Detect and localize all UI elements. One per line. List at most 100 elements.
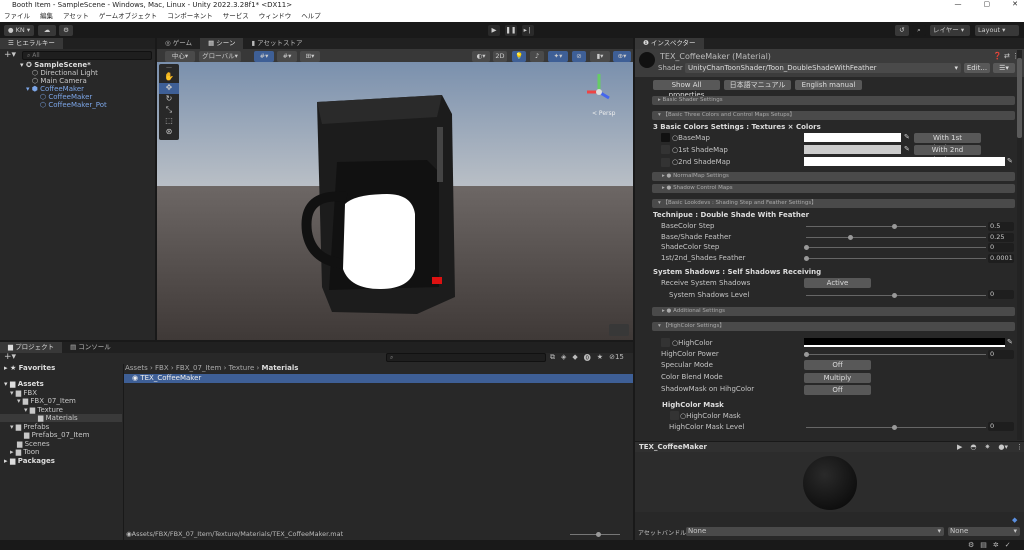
slider-knob[interactable]: [892, 224, 897, 229]
menu-edit[interactable]: 編集: [40, 11, 53, 22]
shade1-texture-slot[interactable]: [661, 145, 670, 154]
shade1-color[interactable]: [804, 145, 901, 154]
basemap-color[interactable]: [804, 133, 901, 142]
hierarchy-item[interactable]: ⬡ Main Camera: [0, 77, 155, 85]
hc-power-slider[interactable]: [804, 352, 986, 357]
filter-tag-icon[interactable]: ◆: [572, 353, 577, 363]
slider-knob[interactable]: [804, 352, 809, 357]
maximize-button[interactable]: ▢: [984, 0, 991, 11]
camera-icon[interactable]: ▮▾: [590, 51, 610, 62]
space-dropdown[interactable]: グローバル▾: [199, 51, 241, 62]
hierarchy-item[interactable]: ⬡ CoffeeMaker_Pot: [0, 101, 155, 109]
slider-value-field[interactable]: 0.5: [988, 222, 1014, 231]
more-icon[interactable]: ⋮: [1016, 443, 1023, 451]
tree-folder[interactable]: ▾ ▆ FBX_07_Item: [0, 397, 155, 405]
preview-area[interactable]: [635, 452, 1024, 512]
hc-mask-level-slider[interactable]: [806, 425, 986, 430]
pause-button[interactable]: ❚❚: [505, 25, 517, 36]
preset-icon[interactable]: ⇄: [1004, 52, 1010, 60]
slider-knob[interactable]: [804, 245, 809, 250]
tree-folder[interactable]: ▾ ▆ Prefabs: [0, 423, 155, 431]
favorite-icon[interactable]: ★: [597, 353, 603, 363]
shader-options-button[interactable]: ☰▾: [993, 63, 1015, 73]
tree-folder-selected[interactable]: ▆ Materials: [0, 414, 122, 422]
draw-mode-icon[interactable]: ◐▾: [472, 51, 490, 62]
tab-asset-store[interactable]: ▮ アセットストア: [243, 38, 310, 49]
menu-file[interactable]: ファイル: [4, 11, 30, 22]
filter-type-icon[interactable]: ⧉: [550, 353, 555, 363]
hidden-count[interactable]: ⊘15: [609, 353, 624, 363]
cloud-icon[interactable]: ☁: [38, 25, 56, 36]
section-lookdevs[interactable]: ▾ 【Basic Lookdevs : Shading Step and Fea…: [652, 199, 1015, 208]
basemap-texture-slot[interactable]: [661, 133, 670, 142]
property-slider[interactable]: [806, 224, 986, 229]
english-manual-button[interactable]: English manual: [795, 80, 862, 90]
shadowmask-toggle[interactable]: Off: [804, 385, 871, 395]
effects-icon[interactable]: ✦▾: [548, 51, 568, 62]
history-icon[interactable]: ↺: [895, 25, 909, 36]
cache-icon[interactable]: ▤: [980, 541, 987, 549]
project-search[interactable]: ⌕: [386, 353, 546, 362]
2d-toggle[interactable]: 2D: [493, 51, 507, 62]
highcolor-texture-slot[interactable]: [661, 338, 670, 347]
scene-item[interactable]: ▾ ✪ SampleScene*: [0, 61, 155, 69]
property-slider[interactable]: [806, 234, 986, 240]
slider-knob[interactable]: [804, 255, 809, 261]
slider-value-field[interactable]: 0.25: [988, 232, 1014, 242]
slider-knob[interactable]: [848, 234, 853, 240]
menu-services[interactable]: サービス: [223, 11, 249, 22]
transform-tool-icon[interactable]: ⊛: [159, 127, 179, 138]
tab-scene[interactable]: ▦ シーン: [200, 38, 244, 49]
collab-icon[interactable]: ⚙: [59, 25, 73, 36]
tree-folder[interactable]: ▆ Prefabs_07_Item: [0, 431, 155, 439]
tab-hierarchy[interactable]: ☰ ヒエラルキー: [0, 38, 63, 49]
shader-dropdown[interactable]: UnityChanToonShader/Toon_DoubleShadeWith…: [685, 63, 961, 73]
japanese-manual-button[interactable]: 日本語マニュアル: [724, 80, 791, 90]
lighting-icon[interactable]: 💡: [512, 51, 526, 62]
specular-toggle[interactable]: Off: [804, 360, 871, 370]
menu-window[interactable]: ウィンドウ: [259, 11, 292, 22]
tab-inspector[interactable]: ❶ インスペクター: [635, 38, 704, 49]
play-button[interactable]: ▶: [488, 25, 500, 36]
slider-value-field[interactable]: 0: [988, 243, 1014, 252]
with-1st-shademap-button[interactable]: With 1st ShadeMap: [914, 133, 981, 152]
section-normalmap[interactable]: ▸ ● NormalMap Settings: [652, 172, 1015, 181]
section-shadow-control[interactable]: ▸ ● Shadow Control Maps: [652, 184, 1015, 193]
ss-level-slider[interactable]: [806, 293, 986, 298]
layout-dropdown[interactable]: Layout ▾: [975, 25, 1019, 36]
menu-component[interactable]: コンポーネント: [167, 11, 213, 22]
breadcrumb-item[interactable]: Texture: [229, 364, 255, 372]
audio-icon[interactable]: ♪: [530, 51, 544, 62]
add-button[interactable]: +▾: [4, 50, 16, 60]
slider-knob[interactable]: [892, 425, 897, 430]
tree-folder[interactable]: ▆ Scenes: [0, 440, 155, 448]
label-icon[interactable]: ◆: [1012, 516, 1017, 524]
move-tool-icon[interactable]: ✥: [159, 83, 179, 94]
section-three-colors[interactable]: ▾ 【Basic Three Colors and Control Maps S…: [652, 111, 1015, 120]
eyedropper-icon[interactable]: ✎: [1007, 157, 1013, 165]
hierarchy-item[interactable]: ▾ ⬢ CoffeeMaker: [0, 85, 155, 93]
mesh-icon[interactable]: ◓: [970, 443, 976, 451]
minimize-button[interactable]: —: [955, 0, 962, 11]
bake-icon[interactable]: ✲: [993, 541, 999, 549]
section-additional[interactable]: ▸ ● Additional Settings: [652, 307, 1015, 316]
hand-tool-icon[interactable]: ✋: [159, 72, 179, 83]
menu-help[interactable]: ヘルプ: [301, 11, 321, 22]
tree-packages[interactable]: ▸ ▆ Packages: [0, 457, 155, 465]
shade2-texture-slot[interactable]: [661, 158, 670, 167]
show-all-properties-button[interactable]: Show All properties: [653, 80, 720, 99]
eyedropper-icon[interactable]: ✎: [1007, 338, 1013, 346]
hierarchy-search[interactable]: ⌕ All: [22, 51, 152, 60]
light-icon[interactable]: ✷: [985, 443, 991, 451]
overlay-handle[interactable]: —: [159, 64, 179, 72]
help-icon[interactable]: ❓: [993, 52, 1002, 60]
icon-size-slider[interactable]: [570, 532, 620, 537]
play-preview-icon[interactable]: ▶: [957, 443, 962, 451]
hc-mask-texture-slot[interactable]: [670, 411, 679, 420]
check-icon[interactable]: ✓: [1005, 541, 1011, 549]
breadcrumb-item[interactable]: FBX: [155, 364, 169, 372]
breadcrumb-item[interactable]: FBX_07_Item: [176, 364, 221, 372]
blend-toggle[interactable]: Multiply: [804, 373, 871, 383]
asset-item-selected[interactable]: ◉ TEX_CoffeeMaker: [124, 374, 633, 383]
scale-tool-icon[interactable]: ⤡: [159, 105, 179, 116]
